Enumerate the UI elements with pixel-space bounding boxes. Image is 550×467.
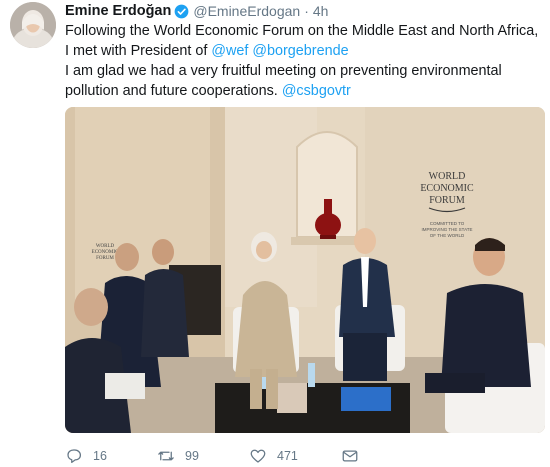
wef-sign-left-line-3: FORUM (96, 256, 114, 261)
tweet-actions: 16 99 471 (65, 447, 359, 465)
like-button[interactable]: 471 (249, 447, 341, 465)
avatar[interactable] (10, 2, 56, 48)
tweet: Emine Erdoğan @EmineErdogan · 4h Followi… (0, 0, 550, 467)
wef-sign-left-line-1: WORLD (96, 244, 115, 249)
retweet-button[interactable]: 99 (157, 447, 249, 465)
retweet-icon (158, 451, 174, 461)
wef-sign-right-line-1: WORLD (429, 171, 466, 182)
reply-button[interactable]: 16 (65, 447, 157, 465)
avatar-photo (10, 2, 56, 48)
reply-count: 16 (93, 449, 107, 463)
wef-sign-right-tagline-2: IMPROVING THE STATE (421, 227, 472, 232)
verified-icon (174, 4, 189, 18)
direct-message-button[interactable] (341, 447, 359, 465)
wef-sign-right-line-2: ECONOMIC (420, 183, 474, 194)
like-count: 471 (277, 449, 298, 463)
reply-icon (67, 449, 82, 464)
wef-sign-left-line-2: ECONOMIC (92, 250, 119, 255)
separator-dot: · (304, 3, 309, 19)
mention-borgebrende[interactable]: @borgebrende (252, 43, 348, 59)
meeting-photo: WORLD ECONOMIC FORUM COMMITTED TO IMPROV… (65, 107, 545, 433)
mention-csbgovtr[interactable]: @csbgovtr (282, 83, 351, 99)
tweet-text: Following the World Economic Forum on th… (65, 21, 545, 101)
timestamp[interactable]: 4h (313, 3, 329, 19)
wef-sign-right-line-3: FORUM (429, 195, 465, 206)
dm-icon (342, 450, 358, 462)
mention-wef[interactable]: @wef (211, 43, 248, 59)
display-name[interactable]: Emine Erdoğan (65, 3, 171, 19)
like-icon (250, 449, 266, 463)
wef-sign-right-tagline-3: OF THE WORLD (430, 233, 465, 238)
tweet-header: Emine Erdoğan @EmineErdogan · 4h (65, 1, 328, 21)
tweet-photo[interactable]: WORLD ECONOMIC FORUM COMMITTED TO IMPROV… (65, 107, 545, 433)
user-handle[interactable]: @EmineErdogan (193, 3, 300, 19)
wef-sign-right-tagline-1: COMMITTED TO (430, 221, 465, 226)
retweet-count: 99 (185, 449, 199, 463)
